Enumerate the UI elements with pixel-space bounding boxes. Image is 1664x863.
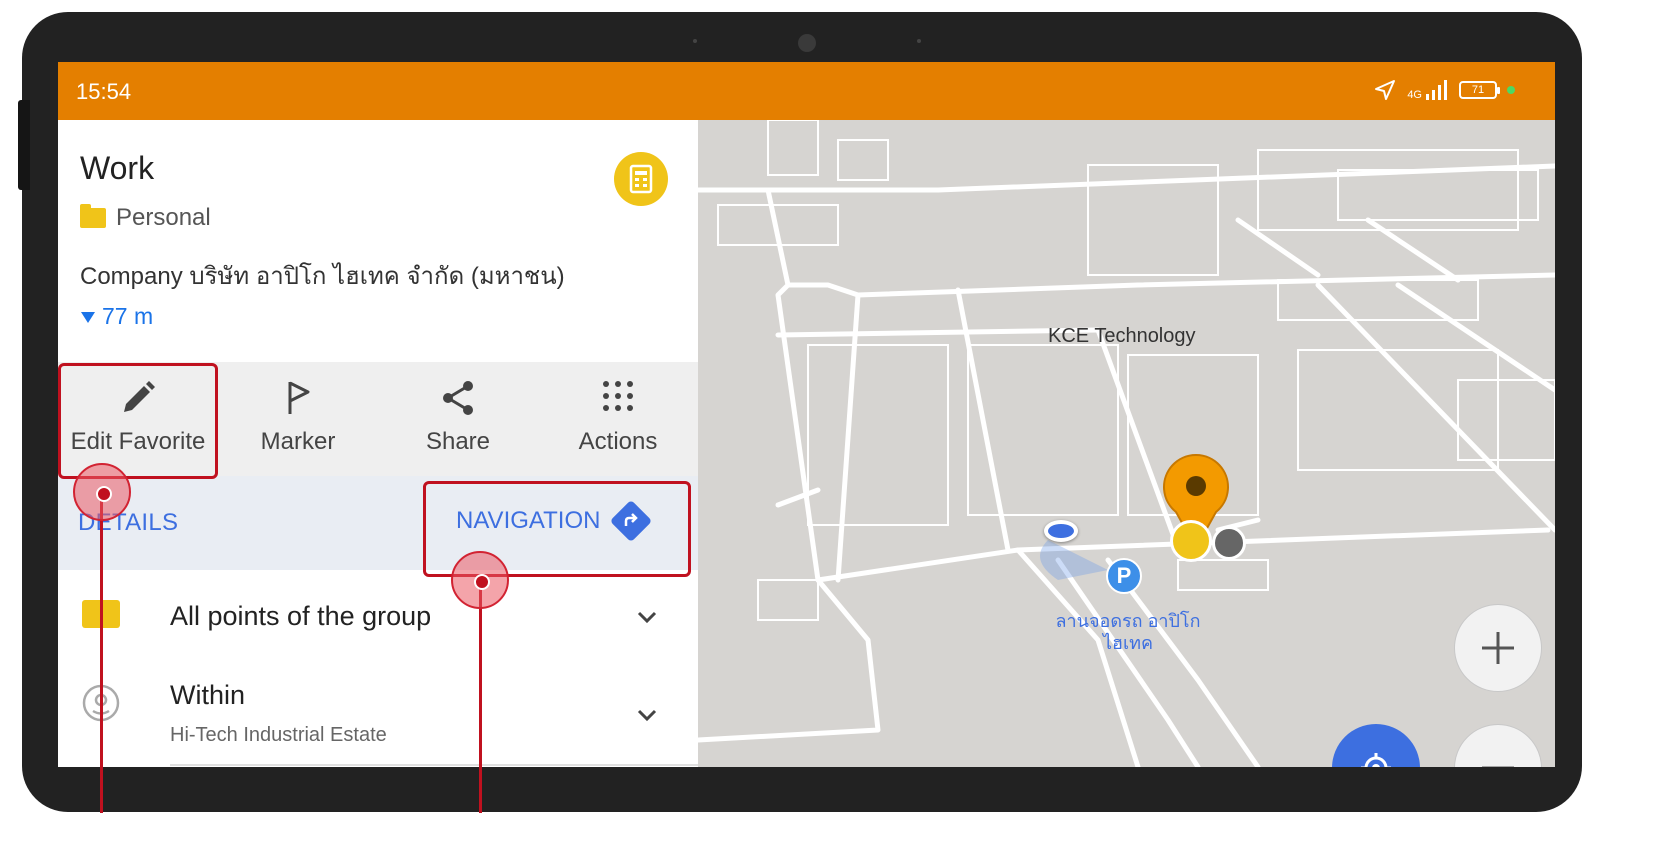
location-arrow-icon <box>1375 80 1396 100</box>
info-list: All points of the group Within Hi-Tech I… <box>58 570 698 767</box>
folder-icon <box>80 204 106 228</box>
actions-button[interactable]: Actions <box>538 362 698 476</box>
list-item-title: All points of the group <box>170 601 432 631</box>
tablet-camera <box>798 34 816 52</box>
chevron-down-icon <box>637 709 657 722</box>
status-icons: 4G 71 <box>1373 78 1515 102</box>
minus-icon <box>1482 766 1514 767</box>
place-description: Company บริษัท อาปิโก ไฮเทค จำกัด (มหาชน… <box>80 263 565 290</box>
list-item-group-points[interactable]: All points of the group <box>58 570 698 664</box>
battery-indicator: 71 <box>1459 81 1500 99</box>
chevron-down-icon <box>637 611 657 624</box>
annotation-box-edit-favorite <box>58 363 218 479</box>
plus-icon <box>1482 632 1514 664</box>
share-label: Share <box>425 428 491 455</box>
annotation-line-navigation <box>479 580 482 813</box>
annotation-line-edit-favorite <box>100 492 103 813</box>
company-poi-icon <box>614 152 668 206</box>
actions-label: Actions <box>578 428 658 455</box>
list-item-subtitle: Hi-Tech Industrial Estate <box>170 724 387 746</box>
share-button[interactable]: Share <box>378 362 538 476</box>
crosshair-icon <box>1361 753 1391 767</box>
zoom-in-button[interactable] <box>1454 604 1542 692</box>
favorite-group: Personal <box>80 204 211 232</box>
map-label-parking: ลานจอดรถ อาปิโก ไฮเทค <box>1055 611 1201 653</box>
app-screen: 15:54 4G 71 Work Personal Company บริษัท… <box>58 62 1555 767</box>
grid-dots-icon <box>603 381 633 411</box>
network-type: 4G <box>1407 89 1422 101</box>
share-icon <box>443 381 473 415</box>
signal-indicator: 4G <box>1407 80 1449 101</box>
parking-icon[interactable]: P <box>1106 558 1142 594</box>
group-name: Personal <box>116 204 211 231</box>
flag-icon <box>288 381 310 414</box>
place-title: Work <box>80 150 155 186</box>
map-streets <box>698 120 1555 767</box>
nearby-poi-marker[interactable] <box>1212 526 1246 560</box>
marker-button[interactable]: Marker <box>218 362 378 476</box>
company-poi-marker[interactable] <box>1170 520 1212 562</box>
marker-label: Marker <box>260 428 336 455</box>
tablet-side-button <box>18 100 30 190</box>
list-item-title: Within <box>170 680 246 710</box>
distance-info: 77 m <box>80 303 153 330</box>
list-item-within[interactable]: Within Hi-Tech Industrial Estate <box>58 664 698 767</box>
status-time: 15:54 <box>76 79 132 104</box>
tablet-sensor-left <box>693 39 697 43</box>
tablet-sensor-right <box>917 39 921 43</box>
map-view[interactable]: KCE Technology P ลานจอดรถ อาปิโก ไฮเทค <box>698 120 1555 767</box>
map-label-building: KCE Technology <box>1048 325 1196 347</box>
signal-bars-icon <box>1426 80 1447 100</box>
current-location-dot <box>1044 520 1078 542</box>
privacy-dot <box>1507 86 1515 94</box>
annotation-dot-navigation <box>451 551 509 609</box>
direction-triangle-icon <box>81 311 95 323</box>
status-bar: 15:54 4G 71 <box>58 62 1555 120</box>
list-divider <box>170 764 698 766</box>
distance-value: 77 m <box>102 303 154 329</box>
annotation-dot-edit-favorite <box>73 463 131 521</box>
